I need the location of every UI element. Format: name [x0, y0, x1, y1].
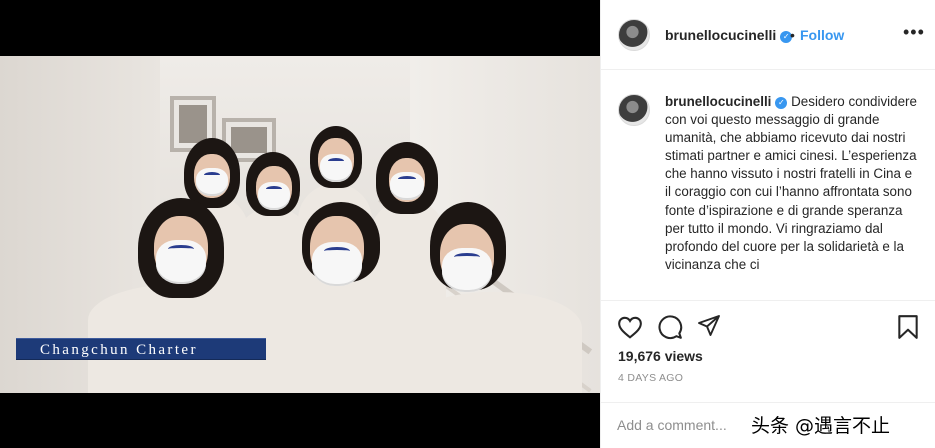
avatar[interactable] — [618, 94, 650, 126]
share-icon[interactable] — [697, 314, 721, 338]
post-timestamp[interactable]: 4 DAYS AGO — [618, 372, 683, 384]
post-actions: 19,676 views 4 DAYS AGO — [601, 300, 935, 402]
video-player[interactable]: Changchun Charter — [0, 56, 600, 393]
username-link[interactable]: brunellocucinelli ✓ — [665, 27, 793, 43]
more-options-icon[interactable]: ••• — [903, 22, 925, 43]
bullet-separator: • — [790, 27, 795, 43]
username[interactable]: brunellocucinelli — [665, 27, 776, 43]
bookmark-icon[interactable] — [897, 314, 919, 340]
post-media: Changchun Charter — [0, 0, 600, 448]
verified-badge-icon: ✓ — [775, 97, 788, 109]
post-sidebar: brunellocucinelli ✓ • Follow ••• brunello… — [600, 0, 935, 448]
comment-icon[interactable] — [657, 314, 683, 340]
post-header: brunellocucinelli ✓ • Follow ••• — [601, 0, 935, 70]
caption-area: brunellocucinelli ✓ Desidero condividere … — [601, 70, 935, 300]
view-count[interactable]: 19,676 views — [618, 348, 703, 364]
add-comment-bar: 头条 @遇言不止 — [601, 402, 935, 448]
avatar[interactable] — [618, 19, 650, 51]
follow-button[interactable]: Follow — [800, 27, 844, 43]
heart-icon[interactable] — [617, 315, 643, 339]
watermark-text: 头条 @遇言不止 — [751, 415, 891, 437]
video-caption-band: Changchun Charter — [16, 338, 266, 360]
post-caption: brunellocucinelli ✓ Desidero condividere … — [665, 93, 919, 274]
caption-body: Desidero condividere con voi questo mess… — [665, 94, 917, 272]
caption-username[interactable]: brunellocucinelli — [665, 94, 771, 109]
